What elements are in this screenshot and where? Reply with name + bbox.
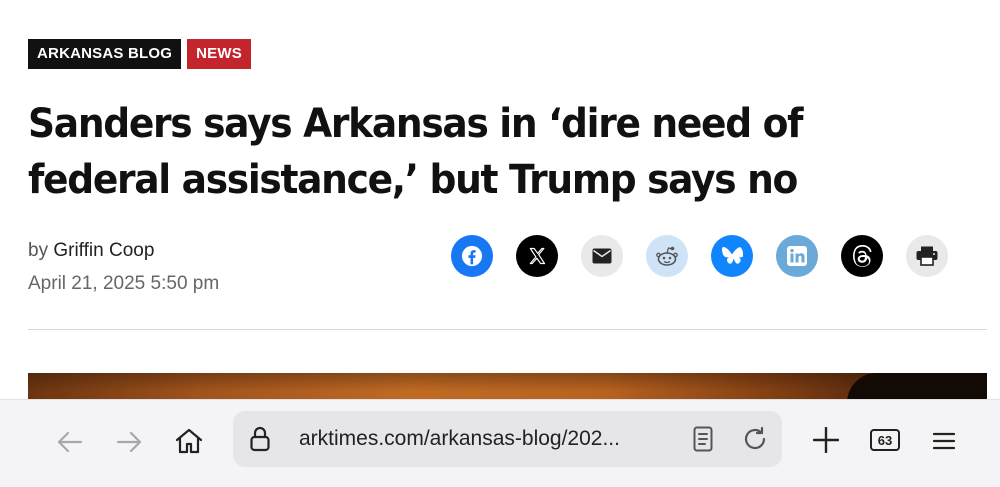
category-tag[interactable]: NEWS (187, 39, 251, 69)
linkedin-icon (787, 246, 807, 266)
forward-button[interactable] (111, 424, 147, 460)
reload-icon (744, 426, 766, 450)
publish-date: April 21, 2025 5:50 pm (28, 273, 220, 294)
reddit-icon (656, 246, 678, 266)
share-facebook-button[interactable] (451, 235, 493, 277)
home-button[interactable] (170, 422, 208, 460)
share-reddit-button[interactable] (646, 235, 688, 277)
share-linkedin-button[interactable] (776, 235, 818, 277)
facebook-icon (461, 245, 483, 267)
hamburger-menu-icon (932, 432, 956, 450)
reader-mode-icon (693, 426, 713, 452)
plus-icon (813, 427, 839, 453)
url-text[interactable]: arktimes.com/arkansas-blog/202... (299, 411, 620, 467)
share-print-button[interactable] (906, 235, 948, 277)
lock-icon[interactable] (247, 425, 273, 453)
share-bluesky-button[interactable] (711, 235, 753, 277)
share-email-button[interactable] (581, 235, 623, 277)
reader-mode-button[interactable] (689, 425, 717, 453)
print-icon (916, 246, 938, 266)
menu-button[interactable] (927, 424, 961, 458)
arrow-right-icon (116, 431, 142, 453)
article-tags: ARKANSAS BLOG NEWS (28, 39, 251, 69)
article-divider (28, 329, 987, 330)
article-headline: Sanders says Arkansas in ‘dire need of f… (28, 101, 803, 203)
byline-prefix: by (28, 240, 49, 261)
reload-button[interactable] (740, 424, 770, 454)
email-icon (592, 248, 612, 264)
tabs-button[interactable]: 63 (868, 424, 902, 456)
author-link[interactable]: Griffin Coop (53, 240, 154, 261)
tab-count-icon: 63 (870, 429, 900, 451)
share-x-button[interactable] (516, 235, 558, 277)
address-bar[interactable]: arktimes.com/arkansas-blog/202... (233, 411, 782, 467)
back-button[interactable] (52, 424, 88, 460)
bluesky-icon (722, 247, 743, 264)
threads-icon (853, 245, 872, 267)
section-tag[interactable]: ARKANSAS BLOG (28, 39, 182, 69)
arrow-left-icon (57, 431, 83, 453)
share-threads-button[interactable] (841, 235, 883, 277)
new-tab-button[interactable] (808, 422, 844, 458)
home-icon (175, 428, 203, 454)
x-icon (529, 247, 546, 265)
byline: by Griffin Coop (28, 240, 154, 262)
share-buttons (451, 235, 948, 277)
browser-toolbar: arktimes.com/arkansas-blog/202... 63 (0, 399, 1000, 487)
